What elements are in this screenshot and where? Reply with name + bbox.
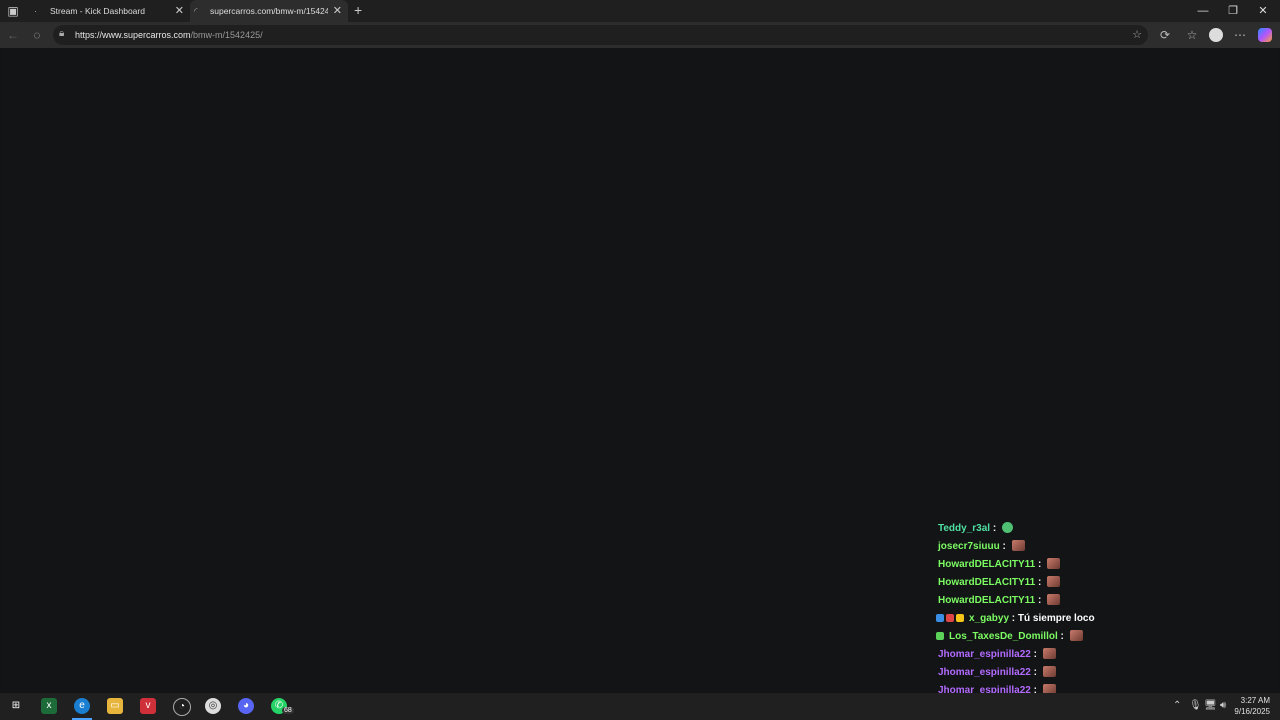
chat-separator: : [1035, 595, 1045, 606]
chat-username[interactable]: josecr7siuuu [938, 541, 1000, 552]
excel-icon[interactable]: x [41, 698, 57, 714]
chevron-up-icon[interactable]: ⌃ [1173, 700, 1181, 711]
browser-toolbar: ← ◌ 🔒︎ https://www.supercarros.com/bmw-m… [0, 22, 1280, 48]
more-options-icon[interactable]: ⋯ [1229, 22, 1251, 48]
clock-date: 9/16/2025 [1234, 707, 1270, 716]
close-window-button[interactable]: ✕ [1248, 0, 1278, 22]
chat-username[interactable]: Teddy_r3al [938, 523, 990, 534]
chat-badge-icon [956, 614, 964, 622]
chat-emote-icon [1069, 630, 1083, 641]
chat-message: Los_TaxesDe_Domillol : [936, 628, 1083, 646]
windows-taskbar: ⊞ x e ▭ v ◔ ◎ ◕ ✆ 68 ⌃ 🎙︎ 🖥︎ 🔊︎ 3:27 AM … [0, 693, 1280, 720]
address-bar[interactable]: 🔒︎ https://www.supercarros.com/bmw-m/154… [53, 25, 1148, 45]
chat-username[interactable]: HowardDELACITY11 [938, 559, 1035, 570]
favicon-icon: · [34, 6, 37, 16]
chat-separator: : [1035, 559, 1045, 570]
chat-username[interactable]: Jhomar_espinilla22 [938, 667, 1031, 678]
browser-tab-bar: ▣ · Stream - Kick Dashboard ✕ ◜ supercar… [0, 0, 1280, 22]
chat-separator: : [1009, 613, 1018, 624]
favorite-star-icon[interactable]: ☆ [1132, 25, 1142, 45]
chat-message: Teddy_r3al : [938, 520, 1013, 538]
chat-username[interactable]: x_gabyy [969, 613, 1009, 624]
new-tab-button[interactable]: + [354, 2, 362, 18]
chat-separator: : [1057, 631, 1067, 642]
tab-supercarros[interactable]: ◜ supercarros.com/bmw-m/1542425/ ✕ [190, 0, 348, 22]
chat-text: Tú siempre loco [1017, 613, 1095, 624]
tab-actions-icon[interactable]: ▣ [6, 4, 20, 18]
chat-message: Jhomar_espinilla22 : [938, 664, 1056, 682]
chat-emote-icon [1042, 648, 1056, 659]
chat-badge-icon [946, 614, 954, 622]
close-tab-icon[interactable]: ✕ [175, 0, 184, 22]
chat-emote-icon [1042, 666, 1056, 677]
chat-message: HowardDELACITY11 : [938, 556, 1061, 574]
app-icon[interactable]: ◔ [173, 698, 191, 716]
chat-emote-icon [1047, 594, 1061, 605]
tab-kick-dashboard[interactable]: · Stream - Kick Dashboard ✕ [30, 0, 190, 22]
chat-username[interactable]: HowardDELACITY11 [938, 577, 1035, 588]
minimize-button[interactable]: — [1188, 0, 1218, 22]
chat-badge-icon [936, 614, 944, 622]
network-icon[interactable]: 🖥︎ [1204, 700, 1217, 711]
loading-favicon-icon: ◜ [194, 6, 198, 16]
chat-emote-icon [1011, 540, 1025, 551]
back-button[interactable]: ← [2, 22, 24, 48]
refresh-extension-icon[interactable]: ⟳ [1154, 22, 1176, 48]
chat-separator: : [999, 541, 1009, 552]
chat-emote-icon [1001, 522, 1013, 533]
edge-icon[interactable]: e [74, 698, 90, 714]
lock-icon[interactable]: 🔒︎ [59, 28, 64, 39]
discord-icon[interactable]: ◕ [238, 698, 254, 714]
chat-username[interactable]: HowardDELACITY11 [938, 595, 1035, 606]
chat-message: HowardDELACITY11 : [938, 574, 1061, 592]
chat-message: HowardDELACITY11 : [938, 592, 1061, 610]
profile-avatar[interactable] [1209, 28, 1223, 42]
chat-message: josecr7siuuu : [938, 538, 1025, 556]
clock-time: 3:27 AM [1240, 696, 1270, 705]
tab-label: Stream - Kick Dashboard [50, 6, 145, 16]
url-text[interactable]: https://www.supercarros.com/bmw-m/154242… [75, 25, 263, 45]
tab-label: supercarros.com/bmw-m/1542425/ [210, 6, 328, 16]
chat-emote-icon [1047, 576, 1061, 587]
notification-badge: 68 [282, 707, 294, 714]
copilot-icon[interactable] [1258, 28, 1272, 42]
microphone-icon[interactable]: 🎙︎ [1189, 700, 1202, 711]
system-clock[interactable]: 3:27 AM 9/16/2025 [1234, 695, 1270, 717]
chat-username[interactable]: Jhomar_espinilla22 [938, 649, 1031, 660]
app-icon[interactable]: ◎ [205, 698, 221, 714]
volume-icon[interactable]: 🔊︎ [1220, 700, 1226, 711]
start-icon[interactable]: ⊞ [8, 698, 24, 714]
close-tab-icon[interactable]: ✕ [333, 0, 342, 22]
favorites-icon[interactable]: ☆ [1181, 22, 1203, 48]
stream-chat-overlay: Teddy_r3al : josecr7siuuu : HowardDELACI… [932, 520, 1280, 720]
chat-message: x_gabyy : Tú siempre loco [936, 610, 1095, 628]
stop-loading-button[interactable]: ◌ [26, 22, 48, 48]
chat-message: Jhomar_espinilla22 : [938, 646, 1056, 664]
restore-button[interactable]: ❐ [1218, 0, 1248, 22]
file-explorer-icon[interactable]: ▭ [107, 698, 123, 714]
chat-separator: : [1030, 649, 1040, 660]
chat-badge-icon [936, 632, 944, 640]
chat-emote-icon [1047, 558, 1061, 569]
chat-separator: : [1035, 577, 1045, 588]
chat-separator: : [1030, 667, 1040, 678]
app-icon[interactable]: v [140, 698, 156, 714]
chat-separator: : [990, 523, 999, 534]
chat-username[interactable]: Los_TaxesDe_Domillol [949, 631, 1058, 642]
